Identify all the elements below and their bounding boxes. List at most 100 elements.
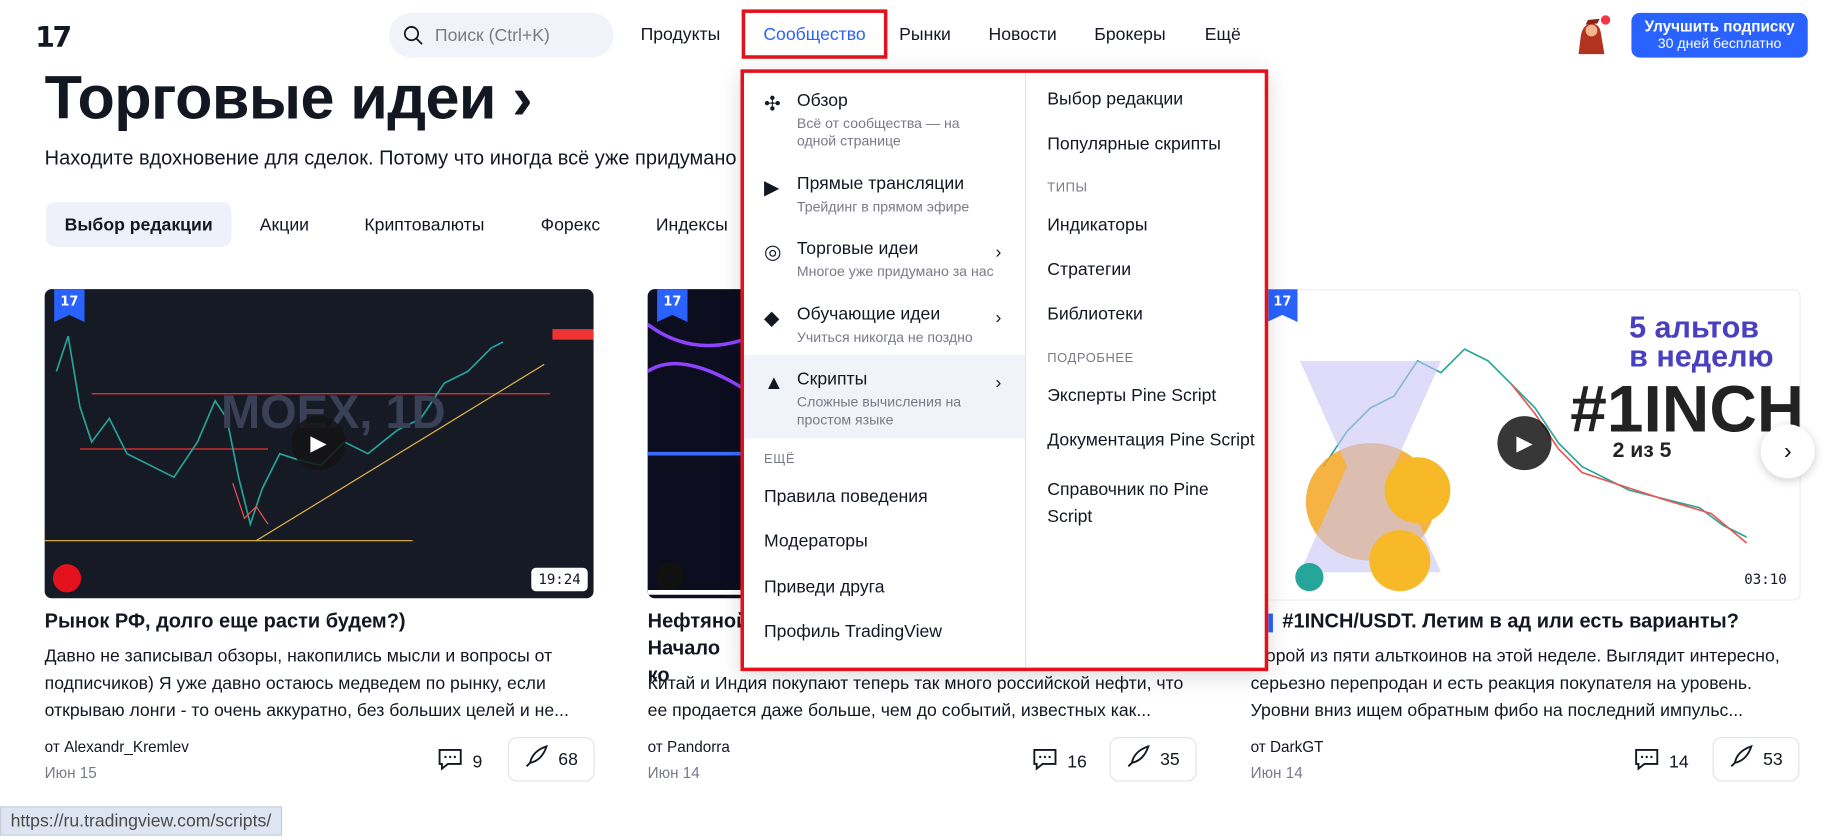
dropdown-item-desc: Всё от сообщества — на одной странице [796, 115, 960, 150]
card-title[interactable]: #1INCH/USDT. Летим в ад или есть вариант… [1268, 608, 1820, 635]
dropdown-item-overview[interactable]: ✣ Обзор Всё от сообщества — на одной стр… [744, 91, 1025, 152]
dropdown-link-popular-scripts[interactable]: Популярные скрипты [1047, 134, 1221, 154]
dropdown-link-pine-experts[interactable]: Эксперты Pine Script [1047, 386, 1216, 406]
mountain-icon: ▲ [763, 371, 784, 394]
video-duration: 03:10 [1737, 567, 1794, 592]
chip-editors-pick[interactable]: Выбор редакции [45, 202, 232, 247]
dropdown-item-title: Скрипты [796, 369, 868, 390]
chip-crypto[interactable]: Криптовалюты [346, 202, 504, 247]
rocket-icon [523, 744, 549, 775]
nav-products[interactable]: Продукты [641, 25, 721, 45]
card-date: Июн 14 [647, 763, 700, 782]
dropdown-item-scripts[interactable]: ▲ Скрипты Сложные вычисления на простом … [744, 369, 1025, 434]
page-subtitle: Находите вдохновение для сделок. Потому … [44, 146, 737, 170]
upgrade-label: Улучшить подписку [1644, 17, 1795, 36]
dropdown-item-trading-ideas[interactable]: ◎ Торговые идеи Многое уже придумано за … [744, 239, 1025, 286]
upgrade-trial: 30 дней бесплатно [1657, 35, 1782, 52]
dropdown-item-title: Обучающие идеи [796, 304, 941, 325]
dropdown-item-desc: Учиться никогда не поздно [796, 329, 973, 346]
search-input[interactable] [432, 24, 614, 47]
play-icon[interactable]: ▶ [291, 416, 346, 471]
boost-button[interactable]: 35 [1109, 736, 1197, 782]
dropdown-section-more: ЕЩЁ [763, 452, 796, 467]
dropdown-link-pine-docs[interactable]: Документация Pine Script [1047, 430, 1254, 450]
dropdown-link-editors-pick[interactable]: Выбор редакции [1047, 89, 1183, 109]
dropdown-link-profile[interactable]: Профиль TradingView [764, 622, 942, 642]
status-bar-url: https://ru.tradingview.com/scripts/ [0, 806, 282, 836]
nav-community[interactable]: Сообщество [741, 9, 888, 59]
tradingview-logo[interactable]: 17 [35, 21, 72, 54]
boost-button[interactable]: 68 [507, 736, 595, 782]
dropdown-link-refer-friend[interactable]: Приведи друга [764, 577, 885, 597]
chevron-right-icon: › [512, 64, 533, 133]
thumb-headline-2: в неделю [1629, 340, 1774, 374]
card-author[interactable]: от DarkGT [1251, 738, 1324, 756]
card-title-text: #1INCH/USDT. Летим в ад или есть вариант… [1282, 610, 1739, 633]
dropdown-link-strategies[interactable]: Стратегии [1047, 260, 1131, 280]
nav-markets[interactable]: Рынки [899, 25, 951, 45]
dropdown-item-title: Торговые идеи [796, 238, 919, 259]
play-icon[interactable]: ▶ [1497, 416, 1552, 471]
nav-brokers[interactable]: Брокеры [1094, 25, 1165, 45]
search-bar[interactable] [389, 12, 614, 58]
boost-value: 35 [1160, 749, 1180, 770]
comments-count[interactable]: 16 [1032, 748, 1087, 776]
bulb-icon: ◎ [763, 240, 782, 264]
comments-value: 16 [1067, 751, 1087, 772]
card-date: Июн 15 [44, 763, 97, 782]
rocket-icon [1125, 744, 1151, 775]
card-description: Давно не записывал обзоры, накопились мы… [44, 646, 569, 721]
shapes-icon: ✣ [763, 92, 781, 116]
page-title-text: Торговые идеи [44, 64, 497, 133]
upgrade-button[interactable]: Улучшить подписку 30 дней бесплатно [1631, 12, 1808, 58]
dropdown-section-types: ТИПЫ [1047, 181, 1088, 196]
chevron-right-icon: › [995, 242, 1002, 263]
comments-value: 9 [472, 751, 483, 772]
chevron-right-icon: › [995, 307, 1002, 328]
comments-count[interactable]: 9 [437, 748, 482, 776]
chevron-right-icon: › [995, 372, 1002, 393]
nav-more[interactable]: Ещё [1205, 25, 1241, 45]
card-description-line3: Уровни вниз ищем обратным фибо на послед… [1250, 700, 1744, 721]
carousel-next-button[interactable]: › [1760, 424, 1815, 479]
card-title[interactable]: Рынок РФ, долго еще расти будем?) [45, 608, 597, 635]
chip-indices[interactable]: Индексы [637, 202, 747, 247]
accent-bar [1268, 612, 1273, 632]
comment-icon [1634, 748, 1660, 776]
dropdown-item-desc: Сложные вычисления на простом языке [796, 393, 962, 428]
nav-news[interactable]: Новости [988, 25, 1056, 45]
boost-value: 53 [1763, 749, 1783, 770]
thumb-headline-4: 2 из 5 [1613, 439, 1672, 462]
dropdown-item-desc: Трейдинг в прямом эфире [796, 198, 970, 216]
avatar[interactable] [1569, 14, 1611, 56]
dropdown-item-desc: Многое уже придумано за нас [796, 263, 994, 280]
dropdown-section-details: ПОДРОБНЕЕ [1047, 351, 1134, 366]
card-date: Июн 14 [1250, 763, 1303, 782]
chevron-right-icon: › [1783, 437, 1792, 464]
dropdown-item-live[interactable]: ▶ Прямые трансляции Трейдинг в прямом эф… [744, 174, 1025, 221]
card-description-rest: серьезно перепродан и есть реакция покуп… [1251, 670, 1803, 724]
oil-drop-icon [655, 561, 685, 591]
card-thumbnail[interactable] [647, 289, 754, 599]
card-author[interactable]: от Pandorra [648, 738, 730, 756]
dropdown-link-indicators[interactable]: Индикаторы [1047, 215, 1147, 235]
dropdown-item-educational-ideas[interactable]: ◆ Обучающие идеи Учиться никогда не позд… [744, 304, 1025, 351]
comments-count[interactable]: 14 [1634, 748, 1689, 776]
dropdown-link-libraries[interactable]: Библиотеки [1047, 304, 1143, 324]
chip-stocks[interactable]: Акции [241, 202, 328, 247]
search-icon [403, 26, 423, 45]
comment-icon [437, 748, 463, 776]
dropdown-link-pine-reference[interactable]: Справочник по Pine Script [1047, 476, 1253, 530]
dropdown-item-title: Обзор [796, 90, 848, 111]
card-title-line1: Нефтяной [647, 610, 749, 633]
card-author[interactable]: от Alexandr_Kremlev [45, 738, 189, 756]
dropdown-divider [1024, 72, 1027, 668]
dropdown-link-moderators[interactable]: Модераторы [764, 531, 868, 551]
page-title[interactable]: Торговые идеи › [44, 63, 533, 134]
video-duration: 19:24 [531, 567, 588, 592]
dropdown-link-rules[interactable]: Правила поведения [764, 487, 928, 507]
card-description-line1: орой из пяти альткоинов на этой неделе. … [1265, 646, 1780, 667]
chip-forex[interactable]: Форекс [522, 202, 619, 247]
comments-value: 14 [1669, 751, 1689, 772]
boost-button[interactable]: 53 [1712, 736, 1800, 782]
